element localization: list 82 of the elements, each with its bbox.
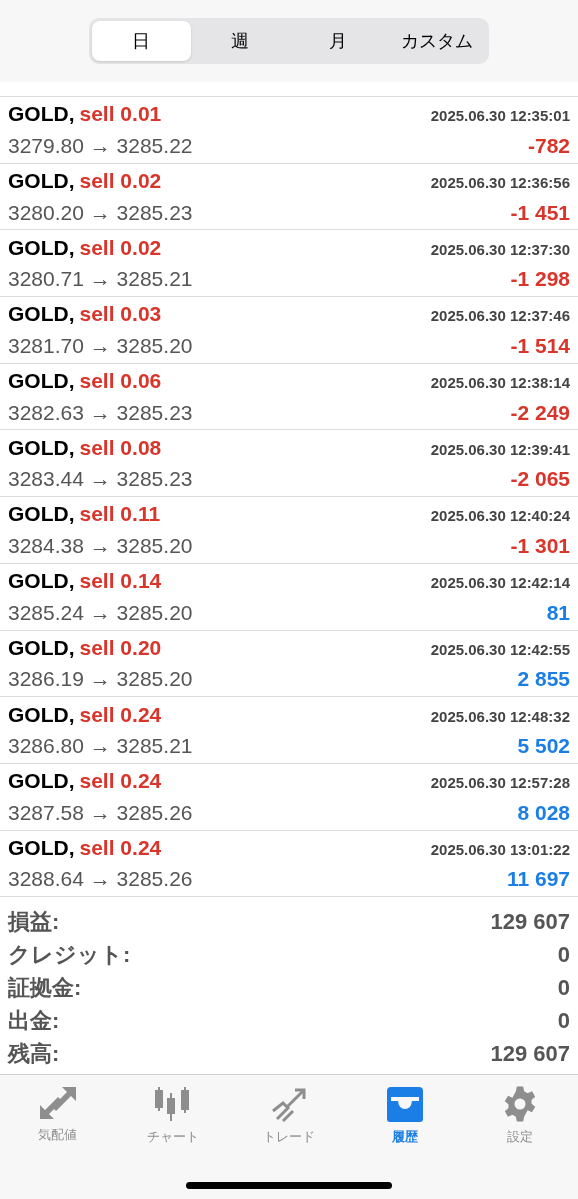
- deal-row[interactable]: GOLD, sell 0.24 2025.06.30 13:01:22 3288.64 → 3285.26 11 697: [0, 830, 578, 898]
- symbol: GOLD,: [8, 101, 75, 128]
- summary-value: 0: [557, 941, 570, 970]
- price-range: 3288.64 → 3285.26: [8, 866, 193, 893]
- symbol: GOLD,: [8, 834, 75, 861]
- price-range: 3280.71 → 3285.21: [8, 266, 193, 293]
- order-type: sell 0.03: [79, 301, 162, 328]
- profit-value: -2 249: [510, 399, 570, 426]
- price-range: 3280.20 → 3285.23: [8, 199, 193, 226]
- deal-time: 2025.06.30 12:35:01: [430, 106, 570, 127]
- summary-label: 証拠金:: [8, 974, 82, 1003]
- order-type: sell 0.20: [79, 634, 162, 661]
- deal-row[interactable]: GOLD, sell 0.14 2025.06.30 12:42:14 3285.24 → 3285.20 81: [0, 563, 578, 631]
- deal-time: 2025.06.30 12:40:24: [430, 506, 570, 527]
- profit-value: -782: [527, 132, 570, 159]
- price-range: 3281.70 → 3285.20: [8, 332, 193, 359]
- symbol: GOLD,: [8, 234, 75, 261]
- deal-time: 2025.06.30 12:37:30: [430, 239, 570, 260]
- order-type: sell 0.24: [79, 834, 162, 861]
- profit-value: -1 514: [510, 332, 570, 359]
- summary-label: 出金:: [8, 1007, 60, 1036]
- summary-label: 損益:: [8, 908, 60, 937]
- symbol: GOLD,: [8, 568, 75, 595]
- profit-value: 8 028: [517, 799, 570, 826]
- arrows-icon: [37, 1085, 78, 1122]
- symbol: GOLD,: [8, 501, 75, 528]
- order-type: sell 0.24: [79, 768, 162, 795]
- summary-value: 0: [557, 974, 570, 1003]
- deal-time: 2025.06.30 12:48:32: [430, 706, 570, 727]
- deal-time: 2025.06.30 13:01:22: [430, 839, 570, 860]
- order-type: sell 0.11: [79, 501, 161, 528]
- price-range: 3279.80 → 3285.22: [8, 132, 193, 159]
- summary-value: 0: [557, 1007, 570, 1036]
- summary-value: 129 607: [490, 908, 570, 937]
- profit-value: -2 065: [510, 466, 570, 493]
- order-type: sell 0.24: [79, 701, 162, 728]
- deal-time: 2025.06.30 12:36:56: [430, 173, 570, 194]
- deal-time: 2025.06.30 12:39:41: [430, 439, 570, 460]
- price-range: 3284.38 → 3285.20: [8, 532, 193, 559]
- profit-value: -1 301: [510, 532, 570, 559]
- order-type: sell 0.06: [79, 368, 162, 395]
- period-tab[interactable]: 日: [92, 21, 191, 61]
- symbol: GOLD,: [8, 301, 75, 328]
- symbol: GOLD,: [8, 168, 75, 195]
- profit-value: -1 451: [510, 199, 570, 226]
- price-range: 3286.80 → 3285.21: [8, 733, 193, 760]
- price-range: 3283.44 → 3285.23: [8, 466, 193, 493]
- inbox-icon: [384, 1085, 425, 1124]
- profit-value: 81: [546, 599, 570, 626]
- order-type: sell 0.08: [79, 434, 162, 461]
- price-range: 3286.19 → 3285.20: [8, 666, 193, 693]
- price-range: 3282.63 → 3285.23: [8, 399, 193, 426]
- order-type: sell 0.14: [79, 568, 162, 595]
- symbol: GOLD,: [8, 768, 75, 795]
- symbol: GOLD,: [8, 701, 75, 728]
- deal-time: 2025.06.30 12:37:46: [430, 306, 570, 327]
- period-tab[interactable]: 週: [190, 21, 289, 61]
- deal-time: 2025.06.30 12:42:55: [430, 639, 570, 660]
- profit-value: 2 855: [517, 666, 570, 693]
- price-range: 3285.24 → 3285.20: [8, 599, 193, 626]
- symbol: GOLD,: [8, 634, 75, 661]
- symbol: GOLD,: [8, 434, 75, 461]
- profit-value: -1 298: [510, 266, 570, 293]
- deal-row[interactable]: GOLD, sell 0.24 2025.06.30 12:57:28 3287.58 → 3285.26 8 028: [0, 763, 578, 831]
- summary-label: クレジット:: [8, 941, 131, 970]
- summary-label: 残高:: [8, 1040, 60, 1069]
- deal-row[interactable]: GOLD, sell 0.24 2025.06.30 12:48:32 3286.80 → 3285.21 5 502: [0, 697, 578, 764]
- order-type: sell 0.02: [79, 234, 162, 261]
- order-type: sell 0.02: [79, 168, 162, 195]
- deal-time: 2025.06.30 12:38:14: [430, 373, 570, 394]
- summary-value: 129 607: [490, 1040, 570, 1069]
- period-tab[interactable]: カスタム: [387, 21, 486, 61]
- symbol: GOLD,: [8, 368, 75, 395]
- order-type: sell 0.01: [79, 101, 162, 128]
- period-tab[interactable]: 月: [289, 21, 388, 61]
- deal-time: 2025.06.30 12:57:28: [430, 773, 570, 794]
- deal-row[interactable]: GOLD, sell 0.20 2025.06.30 12:42:55 3286.19 → 3285.20 2 855: [0, 630, 578, 698]
- price-range: 3287.58 → 3285.26: [8, 799, 193, 826]
- profit-value: 5 502: [517, 733, 570, 760]
- profit-value: 11 697: [506, 866, 570, 893]
- deal-time: 2025.06.30 12:42:14: [430, 573, 570, 594]
- tab-bar-item[interactable]: 履歴: [346, 1085, 463, 1147]
